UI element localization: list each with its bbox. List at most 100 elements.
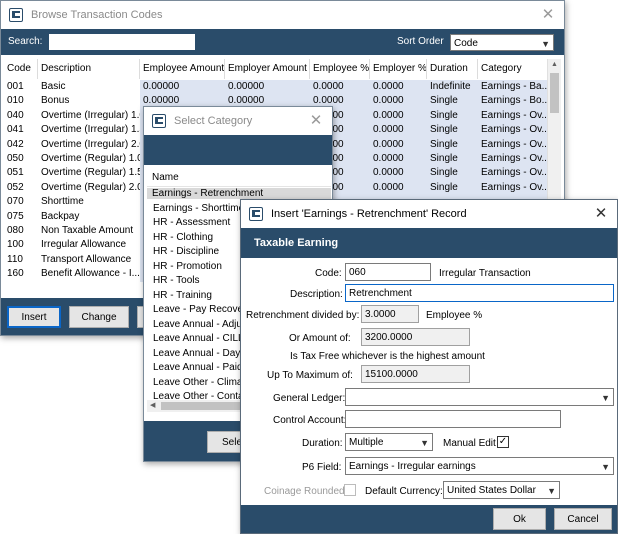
table-cell: 001 — [7, 81, 24, 92]
table-cell: Earnings - Bo... — [478, 94, 550, 109]
app-icon — [249, 207, 263, 221]
duration-value: Multiple — [349, 437, 384, 448]
column-header[interactable]: Duration — [427, 59, 478, 79]
table-cell: 0.0000 — [370, 80, 427, 95]
change-button[interactable]: Change — [69, 306, 129, 328]
table-cell: 110 — [7, 253, 23, 265]
table-cell: Backpay — [41, 210, 80, 222]
table-cell: Irregular Allowance — [41, 239, 127, 251]
table-cell: 0.0000 — [370, 123, 427, 138]
table-cell: Earnings - Ov... — [478, 152, 550, 167]
sort-order-select[interactable]: Code ▼ — [450, 34, 554, 51]
table-cell: 160 — [7, 268, 24, 280]
table-cell: Non Taxable Amount — [41, 225, 134, 236]
coinage-rounded-checkbox[interactable] — [344, 484, 356, 496]
table-cell: 070 — [7, 196, 24, 208]
column-header[interactable]: Employer % — [370, 59, 427, 79]
divided-by-input[interactable]: 3.0000 — [361, 305, 419, 323]
insert-button-bar: Ok Cancel — [241, 505, 617, 533]
code-input[interactable]: 060 — [345, 263, 431, 281]
description-input[interactable]: Retrenchment — [345, 284, 614, 302]
table-cell: 0.00000 — [225, 80, 310, 95]
table-cell: Single — [427, 137, 478, 152]
list-item[interactable]: Leave Other - Climatic — [153, 377, 252, 388]
up-to-max-input[interactable]: 15100.0000 — [361, 365, 470, 383]
list-item[interactable]: HR - Discipline — [153, 246, 219, 257]
default-currency-select[interactable]: United States Dollar ▼ — [443, 481, 560, 499]
list-item[interactable]: Earnings - Shorttime — [153, 203, 244, 214]
p6-field-select[interactable]: Earnings - Irregular earnings ▼ — [345, 457, 614, 475]
or-amount-input[interactable]: 3200.0000 — [361, 328, 470, 346]
insert-record-window: Insert 'Earnings - Retrenchment' Record … — [240, 199, 618, 534]
list-item[interactable]: HR - Assessment — [153, 217, 230, 228]
category-header-bar — [144, 135, 332, 165]
table-cell: 0.0000 — [370, 152, 427, 167]
table-cell: Basic — [41, 81, 66, 92]
chevron-down-icon: ▼ — [420, 438, 429, 448]
table-cell: 0.0000 — [370, 137, 427, 152]
cancel-button[interactable]: Cancel — [554, 508, 612, 530]
list-item[interactable]: HR - Clothing — [153, 232, 213, 243]
table-cell: Overtime (Regular) 1.0 — [41, 153, 140, 164]
table-cell: Shorttime — [41, 196, 84, 208]
ok-button[interactable]: Ok — [493, 508, 546, 530]
table-row[interactable]: 001 Basic 0.00000 0.00000 0.0000 0.0000 Indefi… — [4, 80, 550, 95]
table-cell: Earnings - Ov... — [478, 166, 550, 181]
list-item[interactable]: HR - Promotion — [153, 261, 222, 272]
grid-header: Code Description Employee Amount Employe… — [4, 59, 550, 79]
column-header[interactable]: Employee % — [310, 59, 370, 79]
column-header[interactable]: Category — [478, 59, 550, 79]
code-label: Code: — [315, 268, 342, 279]
table-cell: 080 — [7, 225, 24, 236]
insert-button[interactable]: Insert — [7, 306, 61, 328]
list-item[interactable]: Leave Annual - Paid in — [153, 362, 253, 373]
close-icon[interactable]: ✕ — [306, 111, 326, 131]
chevron-down-icon: ▼ — [547, 486, 556, 496]
list-item[interactable]: HR - Tools — [153, 275, 200, 286]
category-column-header[interactable]: Name — [152, 172, 179, 183]
scroll-up-icon[interactable]: ▲ — [548, 59, 561, 71]
app-icon — [152, 114, 166, 128]
table-cell: Single — [427, 152, 478, 167]
table-cell: 0.0000 — [370, 94, 427, 109]
code-type-text: Irregular Transaction — [439, 268, 531, 279]
list-item[interactable]: Leave Annual - CILL — [153, 333, 244, 344]
table-cell: Single — [427, 166, 478, 181]
duration-select[interactable]: Multiple ▼ — [345, 433, 433, 451]
table-cell: Earnings - Ov... — [478, 137, 550, 152]
table-cell: 0.0000 — [370, 108, 427, 124]
close-icon[interactable]: ✕ — [538, 5, 558, 25]
scrollbar-thumb[interactable] — [550, 73, 559, 113]
table-cell: Overtime (Irregular) 1.0 — [41, 109, 140, 121]
chevron-down-icon: ▼ — [541, 39, 550, 49]
table-cell: Single — [427, 180, 478, 196]
table-cell: Single — [427, 94, 478, 109]
table-cell: Single — [427, 123, 478, 138]
table-cell: Earnings - Ov... — [478, 180, 550, 196]
column-header[interactable]: Code — [4, 59, 38, 79]
browse-titlebar: Browse Transaction Codes — [1, 1, 564, 29]
scroll-left-icon[interactable]: ◀ — [150, 401, 155, 409]
close-icon[interactable]: ✕ — [591, 204, 611, 224]
manual-edit-checkbox[interactable]: ✓ — [497, 436, 509, 448]
table-cell: 0.0000 — [370, 166, 427, 181]
column-header[interactable]: Description — [38, 59, 140, 79]
description-label: Description: — [290, 289, 343, 300]
list-item[interactable]: Earnings - Retrenchment — [147, 188, 331, 199]
table-cell: Transport Allowance — [41, 253, 132, 265]
list-item[interactable]: Leave Annual - Days T — [153, 348, 254, 359]
table-cell: 040 — [7, 109, 24, 121]
general-ledger-select[interactable]: ▼ — [345, 388, 614, 406]
table-cell: 042 — [7, 138, 24, 150]
list-item[interactable]: HR - Training — [153, 290, 212, 301]
column-header[interactable]: Employee Amount — [140, 59, 225, 79]
control-account-input[interactable] — [345, 410, 561, 428]
column-header[interactable]: Employer Amount — [225, 59, 310, 79]
list-item[interactable]: Leave Annual - Adjust — [153, 319, 250, 330]
table-cell: Earnings - Ov... — [478, 123, 550, 138]
search-input[interactable] — [49, 34, 195, 50]
insert-titlebar: Insert 'Earnings - Retrenchment' Record — [241, 200, 617, 228]
list-item[interactable]: Leave - Pay Recovery — [153, 304, 251, 315]
divided-unit-text: Employee % — [426, 310, 483, 321]
table-cell: 0.0000 — [310, 80, 370, 95]
